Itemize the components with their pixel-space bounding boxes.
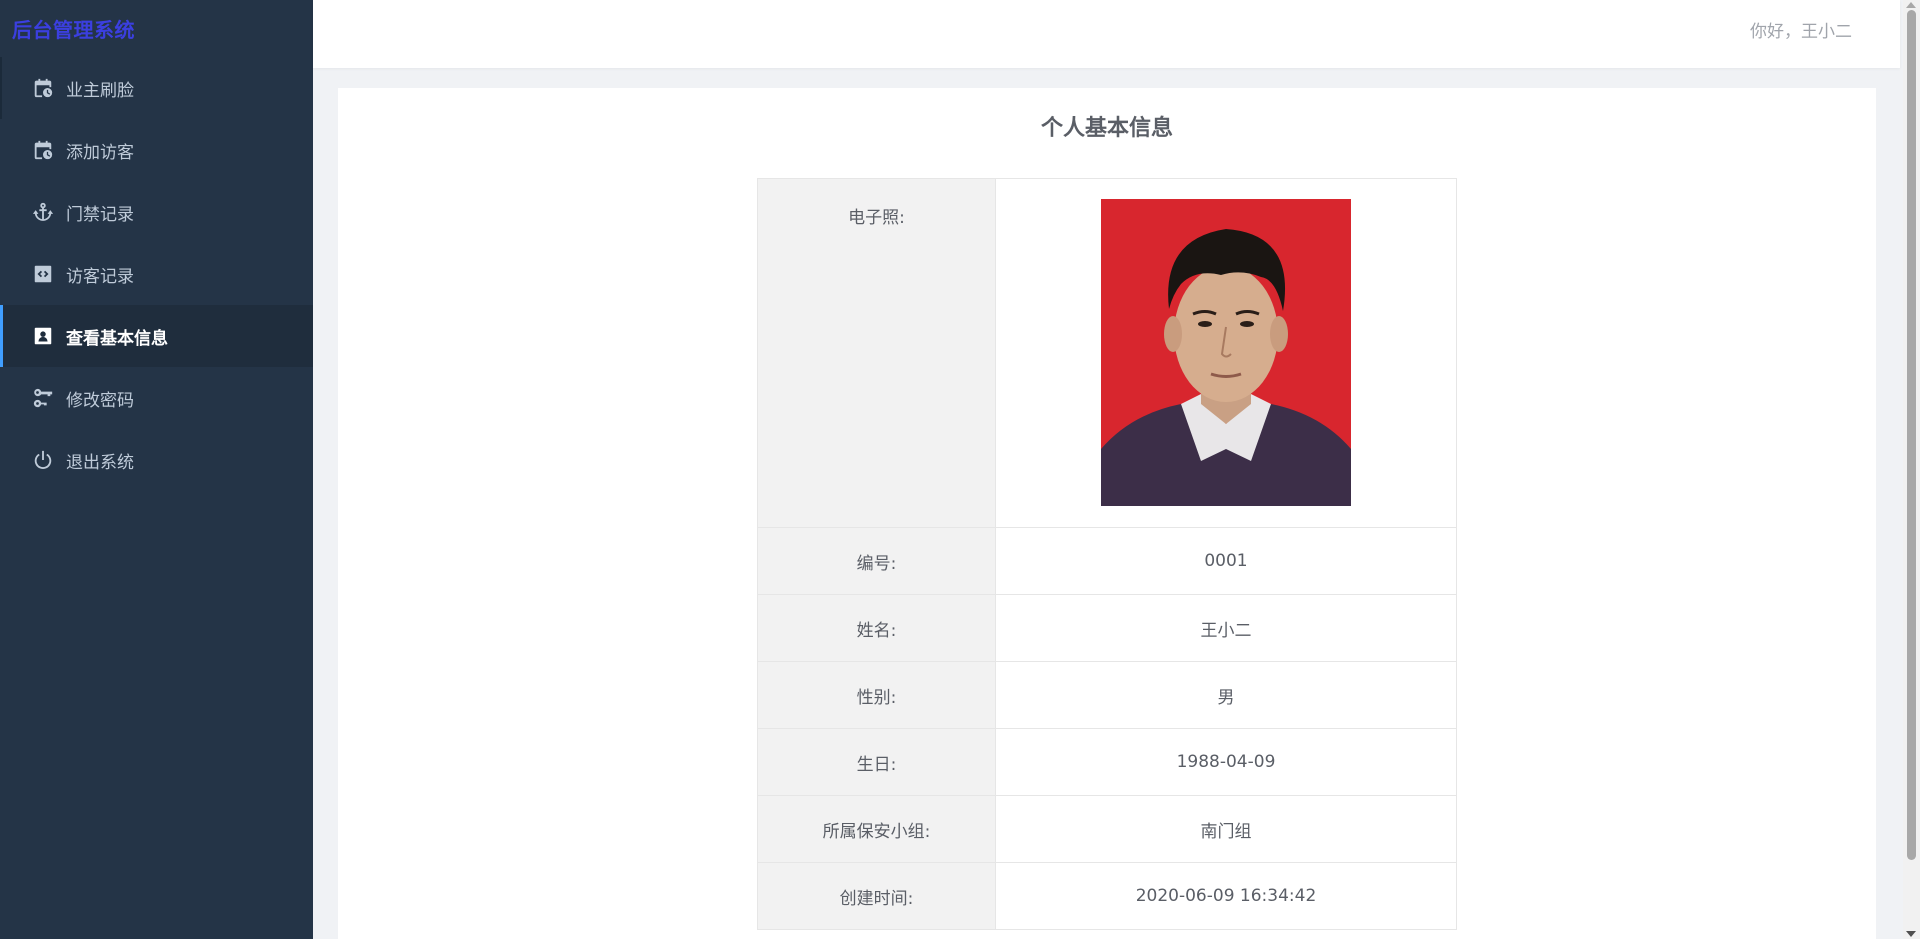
photo-label: 电子照:	[757, 178, 996, 528]
sidebar-item-label: 查看基本信息	[66, 328, 168, 349]
sidebar-item-label: 修改密码	[66, 390, 134, 411]
table-row: 性别: 男	[757, 661, 1457, 729]
sidebar: 后台管理系统 业主刷脸 添加访客 门禁记录 访客记录 查看基本信息 修改密码 退…	[0, 0, 313, 939]
field-label: 所属保安小组:	[757, 795, 996, 863]
profile-card: 个人基本信息 电子照: 编号: 0001 姓名: 王小二 性别: 男 生日: 1…	[338, 88, 1876, 939]
table-row: 生日: 1988-04-09	[757, 728, 1457, 796]
code-square-icon	[32, 263, 54, 285]
anchor-icon	[32, 201, 54, 223]
calendar-clock-icon	[32, 77, 54, 99]
field-label: 性别:	[757, 661, 996, 729]
power-icon	[32, 449, 54, 471]
field-value: 1988-04-09	[995, 728, 1457, 796]
sidebar-item-access-records[interactable]: 门禁记录	[0, 181, 313, 243]
field-value: 2020-06-09 16:34:42	[995, 862, 1457, 930]
sidebar-item-logout[interactable]: 退出系统	[0, 429, 313, 491]
avatar	[1101, 199, 1351, 506]
sidebar-item-change-password[interactable]: 修改密码	[0, 367, 313, 429]
table-row: 所属保安小组: 南门组	[757, 795, 1457, 863]
field-label: 生日:	[757, 728, 996, 796]
field-value: 男	[995, 661, 1457, 729]
table-row: 姓名: 王小二	[757, 594, 1457, 662]
field-value: 王小二	[995, 594, 1457, 662]
table-row: 电子照:	[757, 178, 1457, 528]
key-icon	[32, 387, 54, 409]
sidebar-item-label: 添加访客	[66, 142, 134, 163]
page-title: 个人基本信息	[1040, 116, 1173, 141]
profile-table: 电子照: 编号: 0001 姓名: 王小二 性别: 男 生日: 1988-04-…	[757, 178, 1457, 930]
sidebar-item-label: 门禁记录	[66, 204, 134, 225]
page-scrollbar[interactable]	[1903, 0, 1920, 939]
photo-cell	[995, 178, 1457, 528]
sidebar-item-visitor-records[interactable]: 访客记录	[0, 243, 313, 305]
table-row: 编号: 0001	[757, 527, 1457, 595]
sidebar-item-label: 业主刷脸	[66, 80, 134, 101]
field-label: 编号:	[757, 527, 996, 595]
field-value: 0001	[995, 527, 1457, 595]
sidebar-menu: 业主刷脸 添加访客 门禁记录 访客记录 查看基本信息 修改密码 退出系统	[0, 57, 313, 491]
contact-card-icon	[32, 325, 54, 347]
sidebar-item-add-visitor[interactable]: 添加访客	[0, 119, 313, 181]
field-label: 姓名:	[757, 594, 996, 662]
sidebar-item-label: 退出系统	[66, 452, 134, 473]
sidebar-item-view-profile[interactable]: 查看基本信息	[0, 305, 313, 367]
top-header: 你好，王小二	[313, 0, 1900, 68]
calendar-clock-icon	[32, 139, 54, 161]
scroll-down-icon[interactable]	[1906, 931, 1916, 937]
scroll-thumb[interactable]	[1907, 10, 1916, 860]
app-title: 后台管理系统	[12, 18, 135, 42]
scroll-up-icon[interactable]	[1906, 2, 1916, 8]
field-value: 南门组	[995, 795, 1457, 863]
field-label: 创建时间:	[757, 862, 996, 930]
table-row: 创建时间: 2020-06-09 16:34:42	[757, 862, 1457, 930]
sidebar-item-owner-face[interactable]: 业主刷脸	[0, 57, 313, 119]
user-greeting[interactable]: 你好，王小二	[1750, 17, 1852, 42]
sidebar-item-label: 访客记录	[66, 266, 134, 287]
